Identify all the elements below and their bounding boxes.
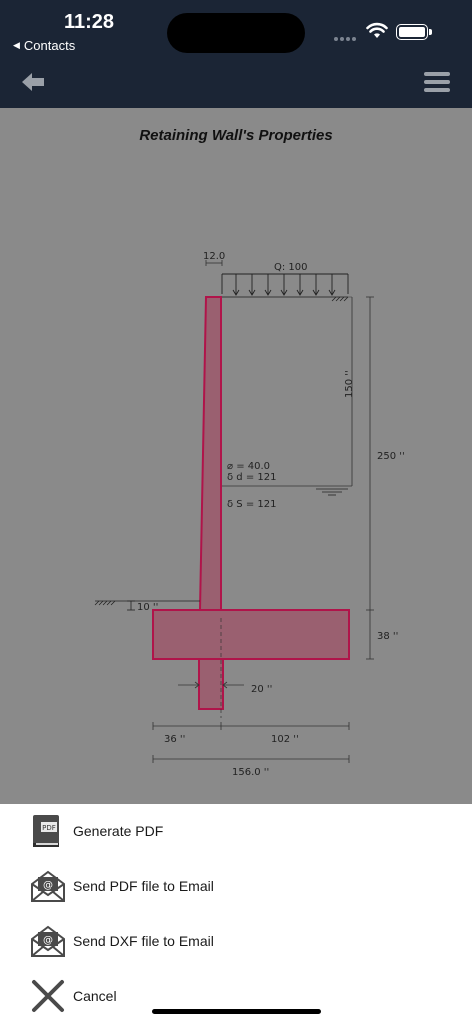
- total-height-label: 250 '': [377, 451, 405, 462]
- generate-pdf-label: Generate PDF: [73, 823, 164, 839]
- status-time: 11:28: [64, 11, 115, 33]
- key-width-label: 20 '': [251, 684, 272, 695]
- heel-width-label: 102 '': [271, 734, 299, 745]
- dynamic-island: [167, 13, 305, 53]
- wifi-icon: [366, 22, 388, 38]
- back-to-app-link[interactable]: ◀ Contacts: [13, 38, 75, 53]
- surcharge-arrows: [221, 273, 349, 296]
- battery-nub: [429, 29, 432, 35]
- phi-label: ⌀ = 40.0: [227, 461, 270, 472]
- surcharge-label: Q: 100: [274, 262, 308, 273]
- generate-pdf-button[interactable]: PDF Generate PDF: [0, 805, 472, 857]
- email-envelope-icon: @: [31, 870, 65, 902]
- pdf-icon-text: PDF: [42, 824, 56, 832]
- action-sheet: PDF Generate PDF @ Send PDF file to Emai…: [0, 804, 472, 1024]
- send-pdf-email-label: Send PDF file to Email: [73, 878, 214, 894]
- email-envelope-icon: @: [31, 925, 65, 957]
- stem-top-width-label: 12.0: [203, 251, 225, 262]
- back-app-label: Contacts: [23, 38, 76, 53]
- ground-hatch-top: [222, 296, 349, 302]
- at-icon-text: @: [43, 880, 53, 891]
- toe-width-label: 36 '': [164, 734, 185, 745]
- arrow-left-icon[interactable]: [20, 70, 46, 94]
- close-icon: [32, 980, 64, 1012]
- home-indicator[interactable]: [152, 1009, 321, 1014]
- send-dxf-email-button[interactable]: @ Send DXF file to Email: [0, 915, 472, 967]
- at-icon-text: @: [43, 935, 53, 946]
- base-width-label: 156.0 '': [232, 767, 269, 778]
- cancel-button[interactable]: Cancel: [0, 970, 472, 1022]
- water-level-icon: [316, 488, 348, 496]
- hamburger-menu-icon[interactable]: [424, 72, 450, 94]
- send-dxf-email-label: Send DXF file to Email: [73, 933, 214, 949]
- delta-d-label: δ d = 121: [227, 472, 276, 483]
- navigation-bar: 11:28 ◀ Contacts: [0, 0, 472, 108]
- back-triangle-icon: ◀: [13, 40, 20, 50]
- front-soil-label: 10 '': [137, 602, 158, 613]
- page-title: Retaining Wall's Properties: [139, 127, 333, 144]
- send-pdf-email-button[interactable]: @ Send PDF file to Email: [0, 860, 472, 912]
- pdf-book-icon: PDF: [33, 815, 59, 847]
- cellular-signal-icon: [334, 37, 356, 41]
- battery-icon: [396, 24, 428, 40]
- drawing-area: Retaining Wall's Properties 12.0 Q: 100: [0, 108, 472, 804]
- cancel-label: Cancel: [73, 988, 117, 1004]
- retaining-wall-drawing: 12.0 Q: 100 150 '' 250 '' 38 '' ⌀ = 40.0…: [94, 251, 405, 778]
- base-thickness-label: 38 '': [377, 631, 398, 642]
- delta-s-label: δ S = 121: [227, 499, 276, 510]
- retained-height-label: 150 '': [344, 370, 355, 398]
